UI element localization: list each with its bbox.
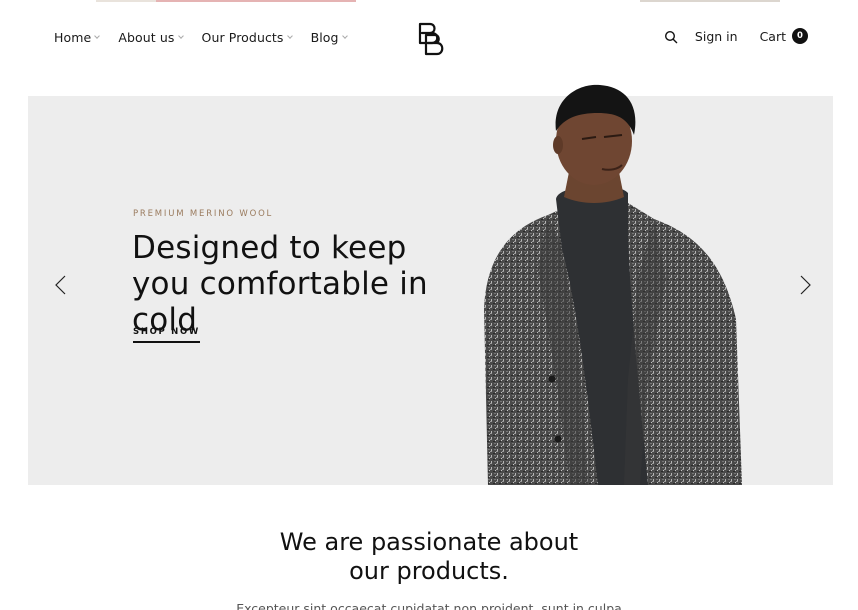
sign-in-link[interactable]: Sign in xyxy=(695,29,738,44)
nav-item-label: Our Products xyxy=(201,30,284,45)
intro-title-line2: our products. xyxy=(349,557,509,585)
site-header: Home About us Our Products Blog Sign in … xyxy=(0,0,858,76)
intro-title-line1: We are passionate about xyxy=(279,528,579,556)
chevron-down-icon xyxy=(177,33,184,39)
intro-title: We are passionate about our products. xyxy=(0,528,858,586)
main-nav: Home About us Our Products Blog xyxy=(54,30,366,45)
hero-slider: PREMIUM MERINO WOOL Designed to keep you… xyxy=(28,84,833,485)
hero-headline: Designed to keep you comfortable in cold xyxy=(132,230,428,338)
chevron-down-icon xyxy=(94,33,101,39)
search-icon[interactable] xyxy=(664,29,678,44)
chevron-down-icon xyxy=(286,33,293,39)
chevron-right-icon[interactable] xyxy=(794,274,816,296)
logo-b-icon[interactable] xyxy=(416,21,446,57)
intro-body-text: Excepteur sint occaecat cupidatat non pr… xyxy=(236,601,622,610)
nav-item-label: Blog xyxy=(310,30,339,45)
nav-item-home[interactable]: Home xyxy=(54,30,101,45)
shop-now-button[interactable]: SHOP NOW xyxy=(133,327,200,343)
chevron-down-icon xyxy=(341,33,348,39)
hero-eyebrow: PREMIUM MERINO WOOL xyxy=(133,209,274,219)
nav-item-label: Home xyxy=(54,30,92,45)
chevron-left-icon[interactable] xyxy=(50,274,72,296)
nav-item-blog[interactable]: Blog xyxy=(310,30,348,45)
nav-item-about[interactable]: About us xyxy=(118,30,184,45)
cart-button[interactable]: Cart 0 xyxy=(760,28,808,44)
cart-count-badge: 0 xyxy=(792,28,808,44)
header-tools: Sign in Cart 0 xyxy=(664,28,808,44)
cart-label: Cart xyxy=(759,28,786,44)
nav-item-label: About us xyxy=(118,30,175,45)
nav-item-products[interactable]: Our Products xyxy=(201,30,293,45)
hero-model-image xyxy=(478,79,748,485)
